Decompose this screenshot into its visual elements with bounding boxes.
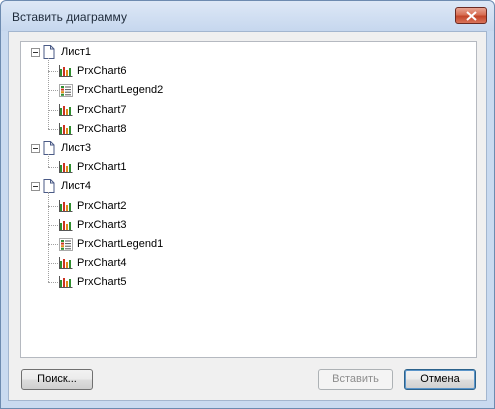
tree-node-chart[interactable]: PrxChart6 bbox=[21, 63, 321, 79]
tree-connector bbox=[48, 154, 49, 168]
tree-node-chart[interactable]: PrxChart8 bbox=[21, 121, 321, 137]
tree-connector bbox=[48, 90, 58, 92]
tree-connector bbox=[48, 58, 49, 129]
sheet-label: Лист1 bbox=[61, 46, 92, 58]
tree-node-chart[interactable]: PrxChart4 bbox=[21, 255, 321, 271]
legend-icon bbox=[59, 238, 73, 251]
insert-chart-dialog: Вставить диаграмму Лист1 PrxChart6 PrxChar… bbox=[0, 0, 495, 409]
tree-node-sheet[interactable]: Лист3 bbox=[21, 140, 321, 156]
tree-connector bbox=[48, 205, 58, 207]
dialog-body: Лист1 PrxChart6 PrxChartLegend2 PrxChart7 Pr… bbox=[8, 31, 487, 401]
tree-connector bbox=[48, 224, 58, 226]
sheet-icon bbox=[43, 141, 55, 155]
title-bar[interactable]: Вставить диаграмму bbox=[1, 1, 494, 31]
tree-connector bbox=[48, 282, 58, 284]
tree-node-chart[interactable]: PrxChartLegend2 bbox=[21, 82, 321, 98]
sheet-label: Лист3 bbox=[61, 142, 92, 154]
chart-icon bbox=[59, 161, 73, 174]
chart-label: PrxChart5 bbox=[77, 276, 127, 289]
chart-label: PrxChart7 bbox=[77, 103, 127, 116]
close-button[interactable] bbox=[455, 7, 487, 24]
sheet-label: Лист4 bbox=[61, 180, 92, 193]
tree-node-chart[interactable]: PrxChart3 bbox=[21, 217, 321, 233]
tree-node-sheet[interactable]: Лист4 bbox=[21, 178, 321, 194]
chart-label: PrxChart4 bbox=[77, 257, 127, 270]
cancel-button[interactable]: Отмена bbox=[404, 369, 476, 390]
tree-connector bbox=[48, 109, 58, 111]
chart-label: PrxChartLegend2 bbox=[77, 84, 164, 97]
chart-label: PrxChart6 bbox=[77, 65, 127, 78]
tree-node-sheet[interactable]: Лист1 bbox=[21, 44, 321, 60]
sheet-icon bbox=[43, 45, 55, 59]
tree-connector bbox=[48, 71, 58, 73]
chart-label: PrxChart3 bbox=[77, 218, 127, 231]
collapse-icon[interactable] bbox=[31, 48, 40, 57]
close-icon bbox=[466, 11, 477, 21]
tree-node-chart[interactable]: PrxChart5 bbox=[21, 274, 321, 290]
tree-node-chart[interactable]: PrxChart1 bbox=[21, 159, 321, 175]
tree-connector bbox=[48, 167, 58, 169]
dialog-title: Вставить диаграмму bbox=[12, 10, 127, 24]
tree-node-chart[interactable]: PrxChart2 bbox=[21, 198, 321, 214]
chart-icon bbox=[59, 65, 73, 78]
insert-button[interactable]: Вставить bbox=[318, 369, 393, 390]
tree-node-chart[interactable]: PrxChartLegend1 bbox=[21, 236, 321, 252]
chart-icon bbox=[59, 199, 73, 212]
chart-icon bbox=[59, 257, 73, 270]
search-button[interactable]: Поиск... bbox=[21, 369, 93, 390]
tree-connector bbox=[48, 263, 58, 265]
collapse-icon[interactable] bbox=[31, 144, 40, 153]
tree-connector bbox=[48, 244, 58, 245]
chart-label: PrxChartLegend1 bbox=[77, 238, 164, 250]
legend-icon bbox=[59, 84, 73, 98]
chart-icon bbox=[59, 103, 73, 116]
collapse-icon[interactable] bbox=[31, 182, 40, 192]
chart-icon bbox=[59, 122, 73, 135]
tree-connector bbox=[48, 128, 58, 130]
tree-connector bbox=[48, 192, 49, 283]
chart-label: PrxChart1 bbox=[77, 161, 127, 174]
tree-node-chart[interactable]: PrxChart7 bbox=[21, 102, 321, 118]
chart-icon bbox=[59, 276, 73, 289]
chart-label: PrxChart2 bbox=[77, 199, 127, 212]
chart-tree[interactable]: Лист1 PrxChart6 PrxChartLegend2 PrxChart7 Pr… bbox=[20, 41, 477, 358]
sheet-icon bbox=[43, 179, 55, 194]
chart-icon bbox=[59, 218, 73, 231]
chart-label: PrxChart8 bbox=[77, 122, 127, 135]
